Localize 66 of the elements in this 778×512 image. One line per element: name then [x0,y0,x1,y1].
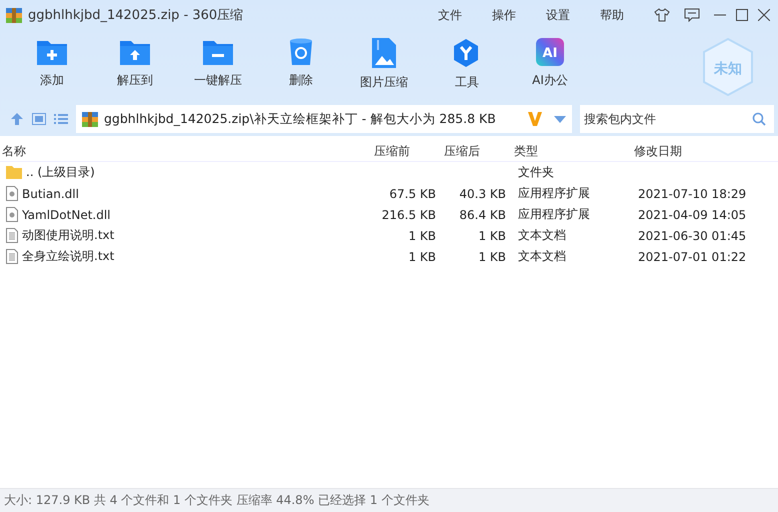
file-name[interactable]: 动图使用说明.txt [22,227,114,244]
column-header[interactable]: 名称 [0,143,372,160]
column-header[interactable]: 压缩前 [372,143,442,160]
packed-size-cell-text: 86.4 KB [458,208,506,222]
file-name[interactable]: 全身立绘说明.txt [22,248,114,265]
close-icon[interactable] [758,9,770,21]
window-title: ggbhlhkjbd_142025.zip - 360压缩 [28,7,244,24]
packed-size-cell-text: 1 KB [477,250,506,264]
menu-item[interactable]: 设置 [546,6,570,24]
gear-file-icon [6,207,18,222]
packed-size-cell-text: 40.3 KB [458,186,506,200]
status-bar: 大小: 127.9 KB 共 4 个文件和 1 个文件夹 压缩率 44.8% 已经选择 1 个文件夹 [0,488,778,512]
shield-badge: 未知 [702,38,754,96]
type-cell-text: 文本文档 [517,227,567,244]
date-cell-text: 2021-06-30 01:45 [637,228,748,242]
folder-minus-icon [202,38,234,66]
text-file-icon [6,249,18,264]
text-file-icon [6,228,18,243]
address-field[interactable]: ggbhlhkjbd_142025.zip\补天立绘框架补丁 - 解包大小为 285.8 KB [76,105,572,133]
file-name[interactable]: YamlDotNet.dll [22,208,111,222]
message-icon[interactable] [684,8,700,22]
column-header[interactable]: 压缩后 [442,143,512,160]
size-cell-text: 216.5 KB [380,208,436,222]
menu-item[interactable]: 帮助 [600,6,624,24]
image-file-icon [372,38,396,68]
archive-icon [82,112,98,126]
toolbar-button[interactable]: 解压到 [95,36,175,91]
date-cell-text: 2021-07-01 01:22 [637,250,748,264]
folder-plus-icon [36,38,68,66]
toolbar-button[interactable]: AI AI办公 [510,36,590,91]
up-arrow-icon[interactable] [10,112,24,126]
type-cell-text: 应用程序扩展 [517,206,591,223]
v-logo-icon[interactable] [528,112,542,126]
preview-icon[interactable] [32,113,46,125]
date-cell-text: 2021-04-09 14:05 [637,208,748,222]
toolbar-button[interactable]: 一键解压 [178,36,258,91]
file-name[interactable]: .. (上级目录) [26,164,95,181]
packed-size-cell-text: 1 KB [477,228,506,242]
menu-item[interactable]: 文件 [438,6,462,24]
gear-file-icon [6,186,18,201]
toolbar-button[interactable]: 工具 [427,36,507,93]
file-name[interactable]: Butian.dll [22,186,79,200]
toolbar-button[interactable]: 添加 [12,36,92,91]
menu-item[interactable]: 操作 [492,6,516,24]
shirt-icon[interactable] [654,8,670,22]
type-cell-text: 文件夹 [517,164,555,181]
toolbar-button[interactable]: 图片压缩 [344,36,424,93]
recycle-bin-icon [289,38,313,66]
search-field[interactable]: 搜索包内文件 [580,105,774,133]
date-cell-text: 2021-07-10 18:29 [637,186,748,200]
column-header[interactable]: 修改日期 [632,143,762,160]
type-cell-text: 应用程序扩展 [517,185,591,202]
size-cell-text: 67.5 KB [388,186,436,200]
toolbar-button[interactable]: 删除 [261,36,341,91]
ai-icon: AI [536,38,564,66]
folder-icon [6,166,22,179]
search-icon[interactable] [752,112,766,126]
type-cell-text: 文本文档 [517,248,567,265]
size-cell-text: 1 KB [407,250,436,264]
dropdown-icon[interactable] [554,116,566,122]
column-header[interactable]: 类型 [512,143,632,160]
list-view-icon[interactable] [54,113,68,125]
maximize-icon[interactable] [736,9,748,21]
archive-icon [6,8,22,22]
size-cell-text: 1 KB [407,228,436,242]
folder-upload-icon [119,38,151,66]
